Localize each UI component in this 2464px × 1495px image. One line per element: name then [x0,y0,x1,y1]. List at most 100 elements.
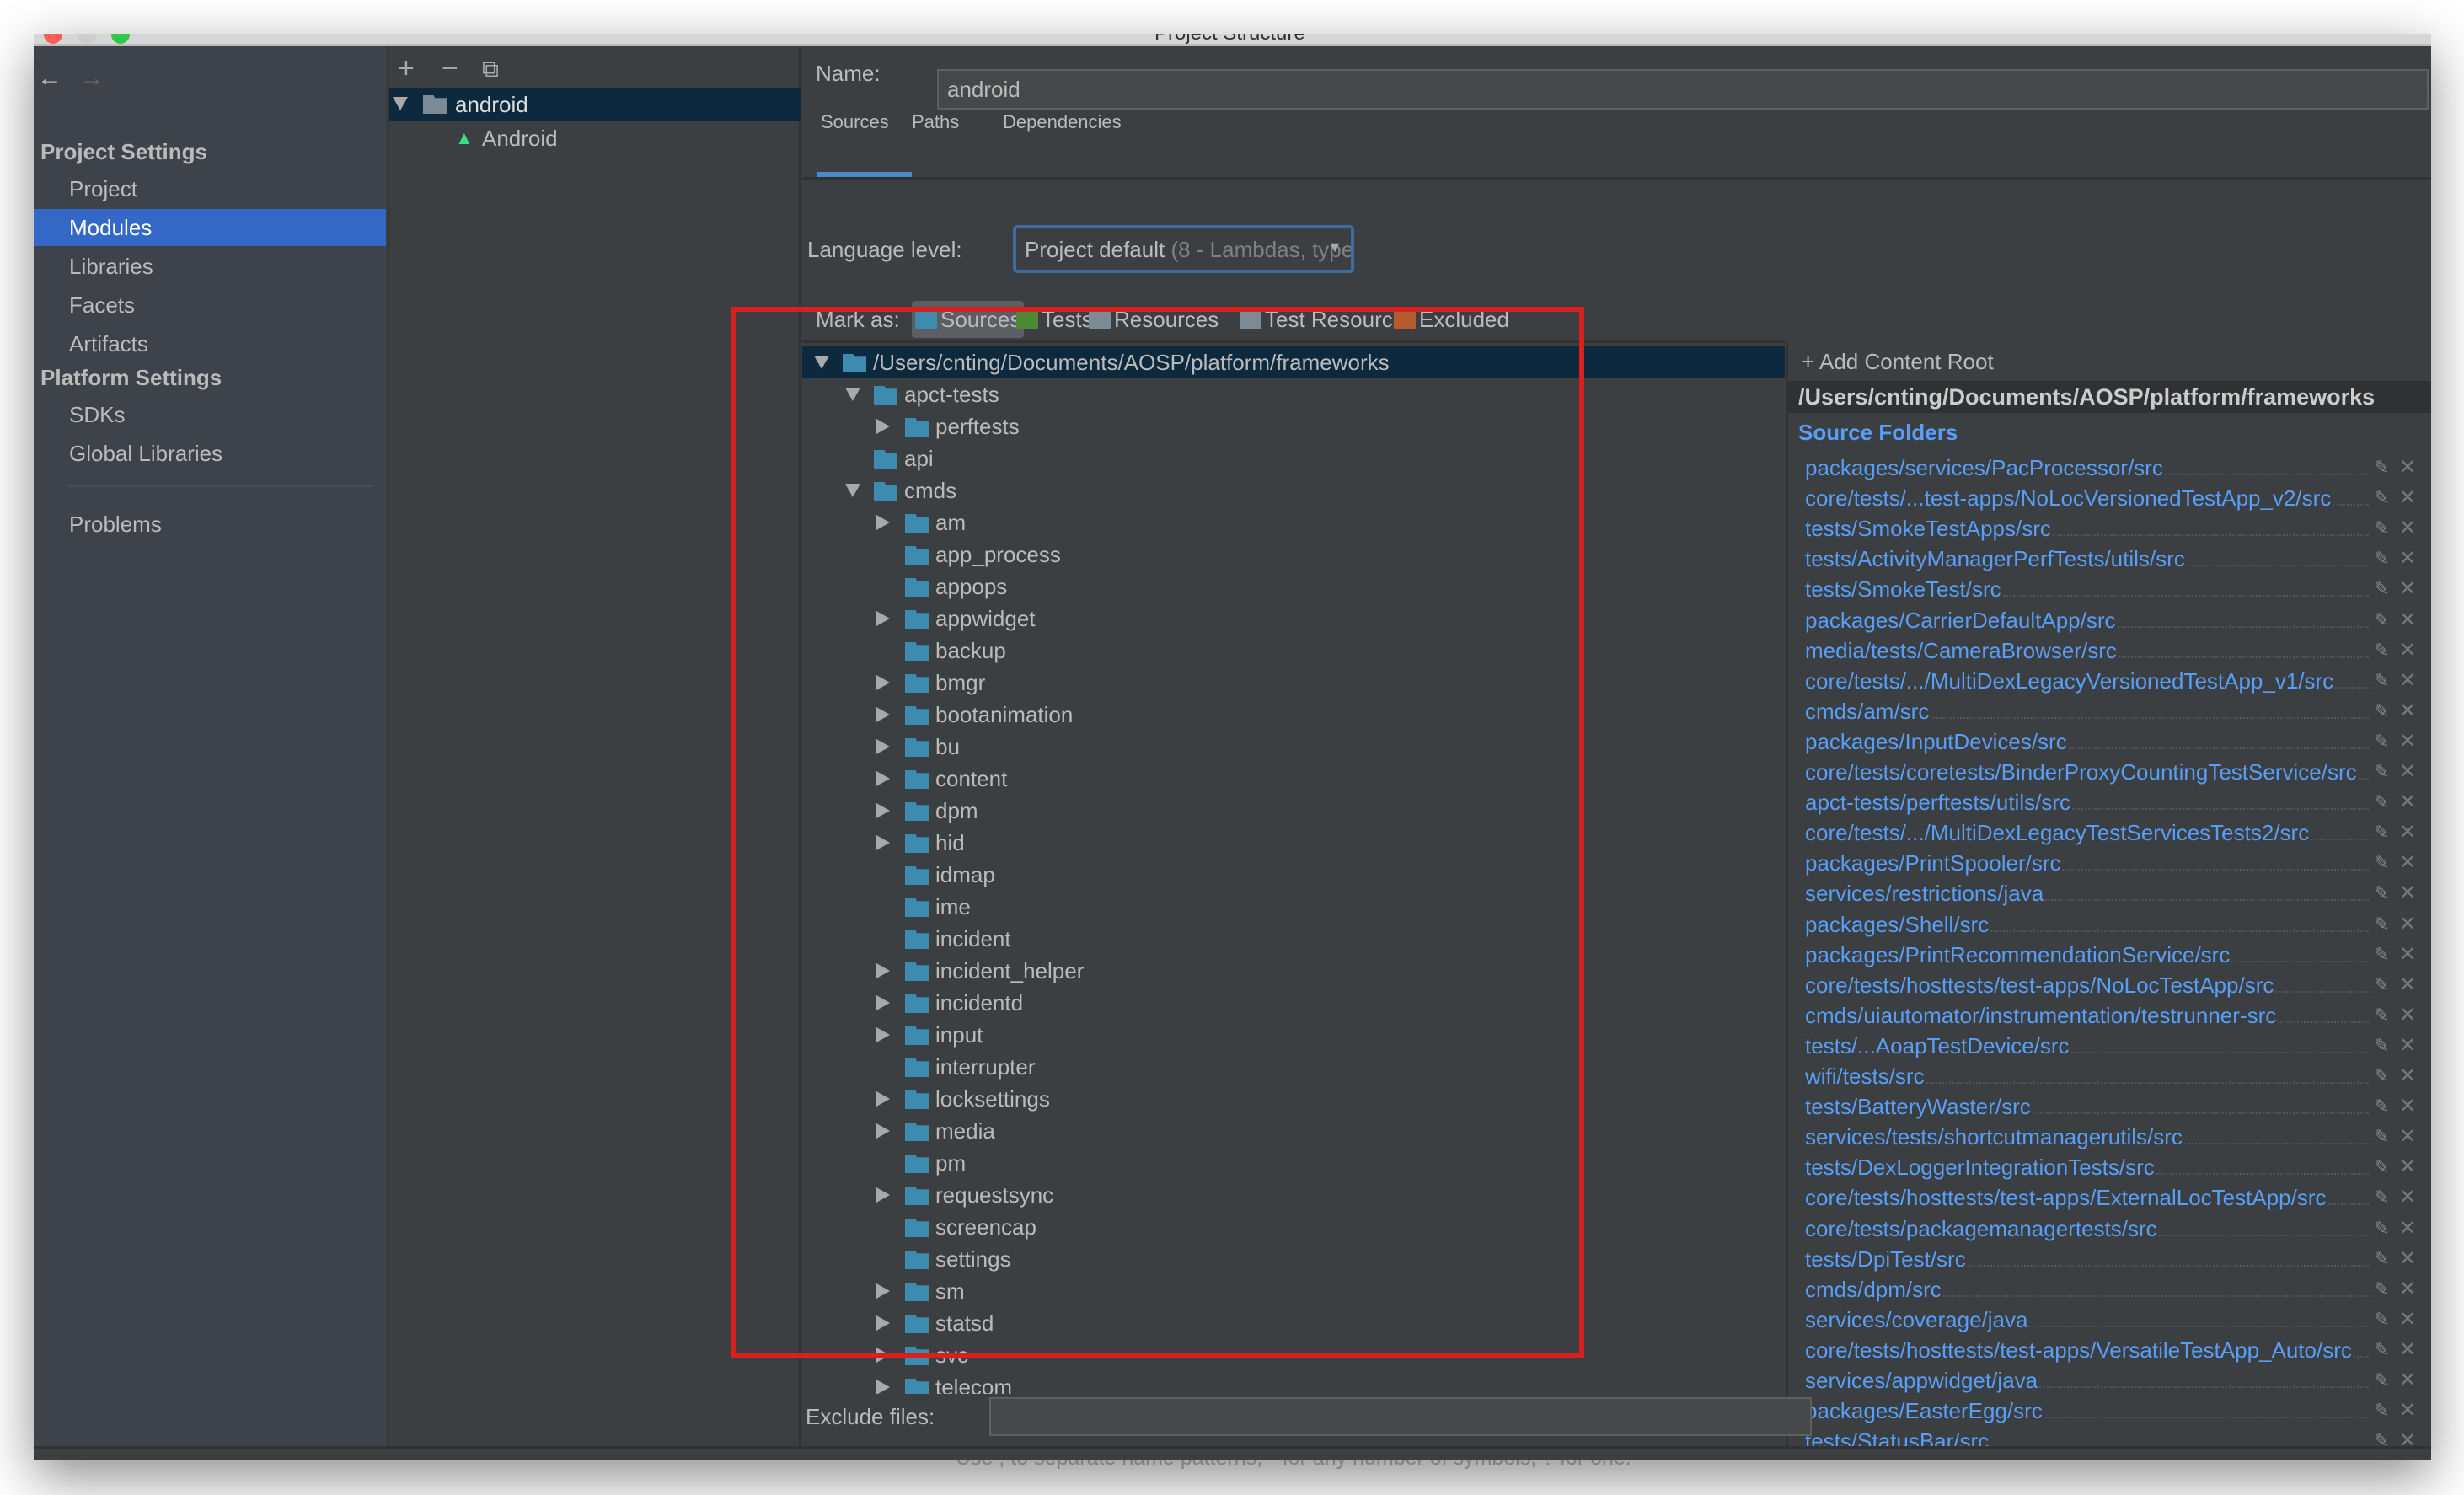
edit-icon[interactable]: ✎ [2374,1062,2399,1092]
tree-node[interactable]: settings [802,1243,1785,1275]
sidebar-item-facets[interactable]: Facets [34,287,386,324]
sidebar-item-problems[interactable]: Problems [34,506,386,543]
remove-icon[interactable]: ✕ [2399,879,2416,909]
tree-node[interactable]: sm [802,1275,1785,1307]
remove-icon[interactable]: ✕ [2399,1427,2416,1446]
collapse-arrow-icon[interactable] [876,515,890,530]
tree-node[interactable]: interrupter [802,1051,1785,1083]
sidebar-item-global-libraries[interactable]: Global Libraries [34,435,386,472]
edit-icon[interactable]: ✎ [2374,606,2399,636]
collapse-arrow-icon[interactable] [876,1315,890,1331]
expand-arrow-icon[interactable] [845,388,860,401]
remove-icon[interactable]: ✕ [2399,849,2416,879]
content-root-tree[interactable]: /Users/cnting/Documents/AOSP/platform/fr… [802,340,1785,1394]
forward-arrow-icon[interactable]: → [79,64,104,93]
tree-node[interactable]: telecom [802,1371,1785,1394]
remove-icon[interactable]: ✕ [2399,971,2416,1001]
remove-icon[interactable]: ✕ [2399,484,2416,514]
remove-icon[interactable]: ✕ [2399,1183,2416,1214]
tree-node[interactable]: cmds [802,474,1785,506]
tab-paths[interactable]: Paths [912,111,959,133]
edit-icon[interactable]: ✎ [2374,758,2399,788]
edit-icon[interactable]: ✎ [2374,1092,2399,1123]
remove-icon[interactable]: ✕ [2399,606,2416,636]
collapse-arrow-icon[interactable] [876,835,890,850]
remove-icon[interactable]: ✕ [2399,1336,2416,1366]
edit-icon[interactable]: ✎ [2374,727,2399,758]
tree-node[interactable]: incidentd [802,987,1785,1019]
collapse-arrow-icon[interactable] [876,963,890,978]
edit-icon[interactable]: ✎ [2374,1001,2399,1031]
tree-node[interactable]: perftests [802,410,1785,442]
tree-node[interactable]: incident [802,923,1785,955]
edit-icon[interactable]: ✎ [2374,940,2399,971]
collapse-arrow-icon[interactable] [876,1091,890,1107]
remove-icon[interactable]: ✕ [2399,940,2416,971]
remove-icon[interactable]: ✕ [2399,1092,2416,1123]
edit-icon[interactable]: ✎ [2374,849,2399,879]
edit-icon[interactable]: ✎ [2374,1031,2399,1062]
tree-node[interactable]: appwidget [802,603,1785,635]
remove-icon[interactable]: ✕ [2399,544,2416,575]
remove-icon[interactable]: ✕ [2399,1123,2416,1153]
tree-node[interactable]: bootanimation [802,699,1785,731]
facet-item-android[interactable]: ▲ Android [389,121,801,155]
remove-icon[interactable]: ✕ [2399,758,2416,788]
edit-icon[interactable]: ✎ [2374,1305,2399,1336]
collapse-arrow-icon[interactable] [876,739,890,754]
collapse-arrow-icon[interactable] [876,1348,890,1363]
remove-icon[interactable]: ✕ [2399,727,2416,758]
tree-node[interactable]: backup [802,635,1785,667]
language-level-dropdown[interactable]: Project default (8 - Lambdas, type annot… [1013,225,1354,273]
tree-node[interactable]: media [802,1115,1785,1147]
edit-icon[interactable]: ✎ [2374,910,2399,940]
tab-dependencies[interactable]: Dependencies [1003,111,1122,133]
sidebar-item-project[interactable]: Project [34,170,386,207]
expand-arrow-icon[interactable] [814,356,829,369]
remove-icon[interactable]: ✕ [2399,1031,2416,1062]
tree-node[interactable]: screencap [802,1211,1785,1243]
edit-icon[interactable]: ✎ [2374,1153,2399,1183]
remove-icon[interactable]: ✕ [2399,788,2416,818]
edit-icon[interactable]: ✎ [2374,575,2399,605]
back-arrow-icon[interactable]: ← [37,64,62,93]
module-name-input[interactable]: android [937,69,2429,110]
remove-icon[interactable]: ✕ [2399,1062,2416,1092]
tree-node[interactable]: statsd [802,1307,1785,1339]
tree-node[interactable]: ime [802,891,1785,923]
collapse-arrow-icon[interactable] [876,1187,890,1203]
collapse-arrow-icon[interactable] [876,1027,890,1042]
remove-icon[interactable]: ✕ [2399,636,2416,667]
edit-icon[interactable]: ✎ [2374,1123,2399,1153]
remove-icon[interactable]: ✕ [2399,818,2416,849]
edit-icon[interactable]: ✎ [2374,484,2399,514]
edit-icon[interactable]: ✎ [2374,1366,2399,1396]
collapse-arrow-icon[interactable] [876,419,890,434]
remove-icon[interactable]: ✕ [2399,1153,2416,1183]
close-window-button[interactable] [44,34,62,44]
collapse-arrow-icon[interactable] [876,611,890,626]
remove-icon[interactable]: ✕ [2399,697,2416,727]
collapse-arrow-icon[interactable] [876,675,890,690]
edit-icon[interactable]: ✎ [2374,1214,2399,1245]
tree-node[interactable]: incident_helper [802,955,1785,987]
edit-icon[interactable]: ✎ [2374,1336,2399,1366]
expand-arrow-icon[interactable] [393,97,408,110]
tree-node[interactable]: app_process [802,539,1785,571]
remove-icon[interactable]: ✕ [2399,910,2416,940]
edit-icon[interactable]: ✎ [2374,1275,2399,1305]
tree-node[interactable]: idmap [802,859,1785,891]
exclude-files-input[interactable] [989,1397,1812,1436]
expand-arrow-icon[interactable] [845,484,860,497]
tree-node[interactable]: svc [802,1339,1785,1371]
add-content-root-button[interactable]: + Add Content Root [1802,349,1994,375]
mark-sources-button[interactable]: Sources [912,301,1025,338]
tree-node[interactable]: hid [802,827,1785,859]
minimize-window-button[interactable] [78,34,96,44]
remove-icon[interactable]: ✕ [2399,514,2416,544]
sidebar-item-modules[interactable]: Modules [34,209,386,246]
edit-icon[interactable]: ✎ [2374,667,2399,697]
remove-icon[interactable]: ✕ [2399,1366,2416,1396]
remove-icon[interactable]: ✕ [2399,1275,2416,1305]
edit-icon[interactable]: ✎ [2374,971,2399,1001]
